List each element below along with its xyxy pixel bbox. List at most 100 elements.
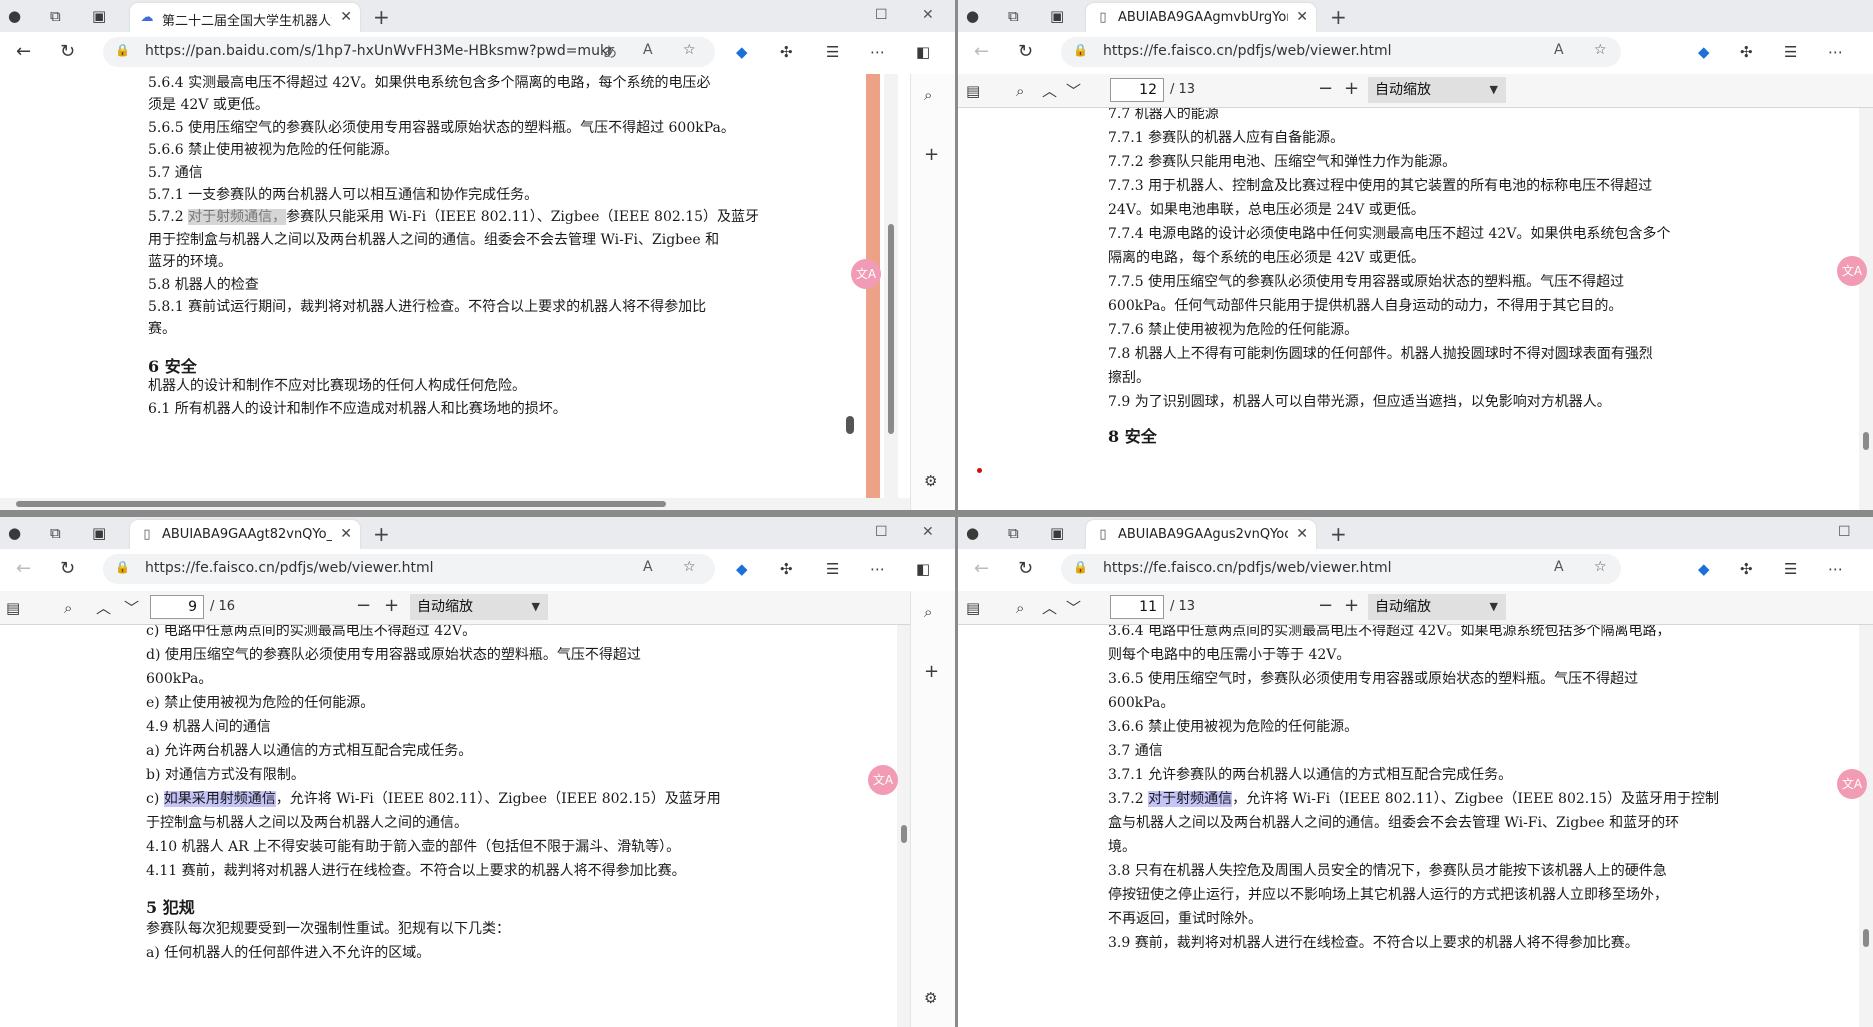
zoom-out-button[interactable]: − [1318, 80, 1333, 98]
tab-active[interactable]: ▯ ABUIABA9GAAgt82vnQYo_ofs5A ✕ [130, 520, 360, 549]
add-icon[interactable]: + [924, 146, 939, 164]
blue-extension-icon[interactable]: ◆ [736, 560, 748, 578]
person-icon[interactable]: ● [966, 7, 979, 25]
settings-icon[interactable]: ⚙ [924, 989, 937, 1007]
vertical-tabs-icon[interactable]: ▣ [1050, 524, 1064, 542]
page-content[interactable]: 5.6.4 实测最高电压不得超过 42V。如果供电系统包含多个隔离的电路，每个系… [0, 74, 911, 510]
address-bar[interactable]: 🔒 https://fe.faisco.cn/pdfjs/web/viewer.… [1061, 554, 1621, 584]
vertical-tabs-icon[interactable]: ▣ [1050, 7, 1064, 25]
star-icon[interactable]: ☆ [683, 42, 696, 58]
sidebar-toggle-icon[interactable]: ▤ [966, 599, 980, 617]
workspaces-icon[interactable]: ⧉ [50, 7, 61, 25]
read-aloud-icon[interactable]: A [1554, 42, 1564, 58]
puzzle-icon[interactable]: ✣ [780, 560, 793, 578]
maximize-button[interactable]: ☐ [1838, 524, 1851, 540]
scroll-thumb[interactable] [888, 224, 894, 434]
star-icon[interactable]: ☆ [1594, 42, 1607, 58]
search-icon[interactable]: ⌕ [924, 86, 932, 104]
zoom-select[interactable]: 自动缩放 ▼ [410, 594, 548, 620]
reload-icon[interactable]: ↻ [1018, 560, 1033, 578]
new-tab-button[interactable]: + [1330, 522, 1347, 546]
more-icon[interactable]: ⋯ [1828, 43, 1843, 61]
vertical-scrollbar[interactable] [1859, 108, 1873, 510]
close-icon[interactable]: ✕ [340, 9, 352, 25]
close-icon[interactable]: ✕ [1296, 9, 1308, 25]
pdf-viewer[interactable]: c) 电路中任意两点间的实测最高电压不得超过 42V。 d) 使用压缩空气的参赛… [0, 625, 911, 1027]
address-bar[interactable]: 🔒 https://fe.faisco.cn/pdfjs/web/viewer.… [103, 554, 715, 584]
translate-bubble-icon[interactable]: 文A [851, 259, 881, 289]
back-arrow-icon[interactable]: ← [16, 560, 31, 578]
more-icon[interactable]: ⋯ [870, 43, 885, 61]
translate-bubble-icon[interactable]: 文A [1837, 256, 1867, 286]
translate-bubble-icon[interactable]: 文A [1837, 769, 1867, 799]
chevron-up-icon[interactable]: ︿ [1042, 82, 1057, 100]
maximize-button[interactable]: ☐ [875, 7, 888, 23]
vertical-scrollbar[interactable] [1859, 625, 1873, 1027]
pdf-viewer[interactable]: 7.7 机器人的能源 7.7.1 参赛队的机器人应有自备能源。 7.7.2 参赛队只… [958, 108, 1873, 510]
inner-scroll-thumb[interactable] [846, 416, 854, 434]
puzzle-icon[interactable]: ✣ [1740, 43, 1753, 61]
horizontal-scrollbar[interactable] [0, 498, 911, 510]
puzzle-icon[interactable]: ✣ [780, 43, 793, 61]
star-icon[interactable]: ☆ [1594, 559, 1607, 575]
page-number-input[interactable]: 11 [1110, 595, 1164, 619]
favorites-icon[interactable]: ☰ [826, 43, 839, 61]
pdf-viewer[interactable]: 3.6.4 电路中任意两点间的实测最高电压不得超过 42V。如果电源系统包括多个… [958, 625, 1873, 1027]
zoom-in-button[interactable]: + [384, 597, 399, 615]
translate-icon[interactable]: あ [603, 42, 617, 62]
zoom-out-button[interactable]: − [1318, 597, 1333, 615]
vertical-scrollbar[interactable] [884, 74, 898, 498]
chevron-up-icon[interactable]: ︿ [1042, 599, 1057, 617]
reload-icon[interactable]: ↻ [60, 43, 75, 61]
read-aloud-icon[interactable]: A [643, 559, 653, 575]
split-screen-icon[interactable]: ◧ [916, 560, 930, 578]
workspaces-icon[interactable]: ⧉ [50, 524, 61, 542]
favorites-icon[interactable]: ☰ [826, 560, 839, 578]
close-icon[interactable]: ✕ [1296, 526, 1308, 542]
zoom-in-button[interactable]: + [1344, 80, 1359, 98]
zoom-select[interactable]: 自动缩放 ▼ [1368, 594, 1506, 620]
favorites-icon[interactable]: ☰ [1784, 43, 1797, 61]
scroll-thumb[interactable] [1863, 929, 1869, 947]
page-number-input[interactable]: 12 [1110, 78, 1164, 102]
back-arrow-icon[interactable]: ← [974, 43, 989, 61]
chevron-up-icon[interactable]: ︿ [96, 599, 111, 617]
settings-icon[interactable]: ⚙ [924, 472, 937, 490]
search-icon[interactable]: ⌕ [1016, 599, 1024, 617]
tab-active[interactable]: ▯ ABUIABA9GAAgmvbUrgYor_D68C ✕ [1086, 3, 1316, 32]
person-icon[interactable]: ● [966, 524, 979, 542]
maximize-button[interactable]: ☐ [875, 524, 888, 540]
reload-icon[interactable]: ↻ [1018, 43, 1033, 61]
chevron-down-icon[interactable]: ﹀ [1066, 599, 1081, 617]
blue-extension-icon[interactable]: ◆ [1698, 560, 1710, 578]
translate-bubble-icon[interactable]: 文A [868, 765, 898, 795]
highlighted-text[interactable]: 对于射频通信 [1148, 791, 1233, 807]
highlighted-text[interactable]: 对于射频通信， [188, 209, 287, 226]
chevron-down-icon[interactable]: ﹀ [124, 599, 139, 617]
close-window-button[interactable]: ✕ [922, 7, 934, 23]
highlighted-text[interactable]: 如果采用射频通信 [163, 791, 276, 807]
vertical-scrollbar[interactable] [897, 625, 911, 1027]
zoom-out-button[interactable]: − [356, 597, 371, 615]
search-icon[interactable]: ⌕ [924, 603, 932, 621]
read-aloud-icon[interactable]: A [643, 42, 653, 58]
back-arrow-icon[interactable]: ← [974, 560, 989, 578]
add-icon[interactable]: + [924, 663, 939, 681]
address-bar[interactable]: 🔒 https://pan.baidu.com/s/1hp7-hxUnWvFH3… [103, 37, 715, 67]
person-icon[interactable]: ● [8, 524, 21, 542]
blue-extension-icon[interactable]: ◆ [736, 43, 748, 61]
hscroll-thumb[interactable] [16, 501, 666, 507]
new-tab-button[interactable]: + [373, 522, 390, 546]
vertical-tabs-icon[interactable]: ▣ [92, 524, 106, 542]
reload-icon[interactable]: ↻ [60, 560, 75, 578]
workspaces-icon[interactable]: ⧉ [1008, 524, 1019, 542]
search-icon[interactable]: ⌕ [64, 599, 72, 617]
person-icon[interactable]: ● [8, 7, 21, 25]
scroll-thumb[interactable] [1863, 432, 1869, 450]
back-arrow-icon[interactable]: ← [16, 43, 31, 61]
page-number-input[interactable]: 9 [150, 595, 204, 619]
more-icon[interactable]: ⋯ [870, 560, 885, 578]
split-screen-icon[interactable]: ◧ [916, 43, 930, 61]
scroll-thumb[interactable] [901, 825, 907, 843]
tab-active[interactable]: ☁ 第二十二届全国大学生机器人大赛 ✕ [130, 3, 360, 32]
